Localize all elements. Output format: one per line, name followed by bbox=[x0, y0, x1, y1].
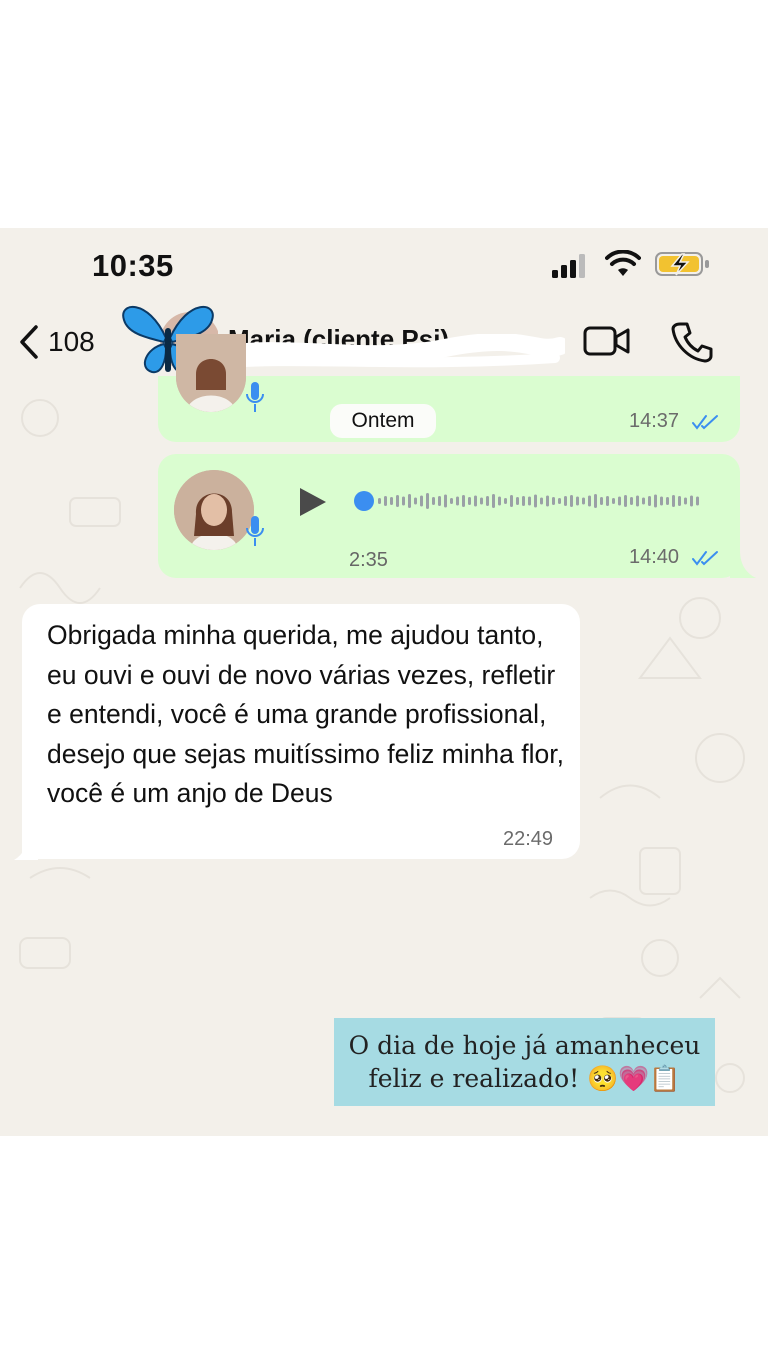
waveform-bar bbox=[696, 496, 699, 506]
message-time: 14:40 bbox=[629, 546, 680, 568]
waveform-bar bbox=[576, 496, 579, 506]
waveform-bar bbox=[450, 498, 453, 504]
date-separator: Ontem bbox=[330, 404, 436, 438]
waveform-scrubber bbox=[354, 491, 374, 511]
caption-line: O dia de hoje já amanheceu bbox=[348, 1031, 701, 1060]
waveform-bar bbox=[468, 497, 471, 505]
waveform-bar bbox=[444, 494, 447, 508]
voice-duration: 2:35 bbox=[349, 549, 388, 571]
waveform-bar bbox=[426, 493, 429, 509]
waveform-bar bbox=[588, 495, 591, 507]
message-time: 14:37 bbox=[629, 410, 680, 432]
waveform-bar bbox=[414, 497, 417, 505]
waveform-bar bbox=[612, 498, 615, 504]
phone-icon[interactable] bbox=[670, 320, 714, 364]
waveform-bar bbox=[456, 496, 459, 506]
waveform-bar bbox=[438, 496, 441, 506]
mic-icon bbox=[246, 516, 264, 546]
wifi-icon bbox=[605, 250, 641, 276]
waveform-bar bbox=[432, 497, 435, 505]
chat-header: 108 Maria (cliente Psi) bbox=[0, 306, 768, 380]
waveform-bar bbox=[480, 497, 483, 505]
waveform-bar bbox=[594, 494, 597, 508]
waveform-bar bbox=[492, 494, 495, 508]
status-bar: 10:35 bbox=[0, 228, 768, 306]
waveform-bar bbox=[666, 497, 669, 505]
bubble-tail bbox=[730, 550, 756, 578]
waveform-bar bbox=[384, 496, 387, 506]
waveform-bar bbox=[630, 497, 633, 505]
voice-sender-avatar bbox=[174, 470, 254, 550]
waveform-bar bbox=[660, 496, 663, 506]
waveform-bar bbox=[678, 496, 681, 506]
whatsapp-screenshot: 10:35 108 Maria (cliente Psi) Ontem 14:3… bbox=[0, 228, 768, 1136]
waveform-bar bbox=[582, 497, 585, 505]
double-check-icon bbox=[692, 415, 718, 430]
redaction-scribble bbox=[205, 334, 565, 368]
waveform-bar bbox=[420, 495, 423, 507]
waveform-bar bbox=[474, 495, 477, 507]
waveform-bar bbox=[486, 496, 489, 506]
waveform-bar bbox=[516, 497, 519, 505]
back-chevron-icon bbox=[20, 325, 38, 359]
double-check-icon bbox=[692, 551, 718, 566]
unread-count: 108 bbox=[48, 326, 95, 357]
caption-line: feliz e realizado! 🥺💗📋 bbox=[368, 1064, 681, 1093]
status-time: 10:35 bbox=[92, 248, 174, 283]
waveform-bar bbox=[522, 496, 525, 506]
voice-sender-avatar bbox=[176, 334, 246, 412]
waveform-bar bbox=[618, 496, 621, 506]
waveform-bar bbox=[396, 495, 399, 507]
signal-icon bbox=[552, 254, 585, 278]
waveform-bar bbox=[408, 494, 411, 508]
bubble-tail bbox=[14, 834, 38, 860]
video-call-icon[interactable] bbox=[583, 324, 631, 358]
waveform-bar bbox=[606, 496, 609, 506]
waveform-bar bbox=[564, 496, 567, 506]
mic-icon bbox=[246, 382, 264, 412]
waveform-bar bbox=[402, 496, 405, 506]
waveform-bar bbox=[510, 495, 513, 507]
waveform-bar bbox=[642, 497, 645, 505]
story-caption: O dia de hoje já amanheceu feliz e reali… bbox=[334, 1018, 715, 1106]
waveform-bar bbox=[504, 498, 507, 504]
waveform-bar bbox=[534, 494, 537, 508]
waveform-bar bbox=[690, 495, 693, 507]
received-message-text: Obrigada minha querida, me ajudou tanto,… bbox=[47, 620, 564, 808]
waveform-bar bbox=[378, 498, 381, 504]
waveform-bar bbox=[552, 497, 555, 505]
waveform-bar bbox=[390, 497, 393, 505]
waveform-bar bbox=[672, 495, 675, 507]
waveform-bar bbox=[648, 496, 651, 506]
waveform-bar bbox=[528, 496, 531, 506]
play-icon[interactable] bbox=[298, 486, 328, 518]
waveform-bar bbox=[654, 494, 657, 508]
waveform-bar bbox=[462, 495, 465, 507]
waveform-bar bbox=[684, 497, 687, 505]
battery-charging-icon bbox=[655, 252, 709, 276]
waveform-bar bbox=[558, 498, 561, 504]
waveform-bar bbox=[636, 495, 639, 507]
waveform-bar bbox=[546, 495, 549, 507]
waveform-bar bbox=[498, 496, 501, 506]
back-button[interactable]: 108 bbox=[18, 320, 95, 364]
audio-waveform[interactable] bbox=[352, 486, 712, 516]
waveform-bar bbox=[624, 495, 627, 507]
message-time: 22:49 bbox=[503, 828, 554, 850]
waveform-bar bbox=[540, 497, 543, 505]
waveform-bar bbox=[600, 497, 603, 505]
waveform-bar bbox=[570, 495, 573, 507]
